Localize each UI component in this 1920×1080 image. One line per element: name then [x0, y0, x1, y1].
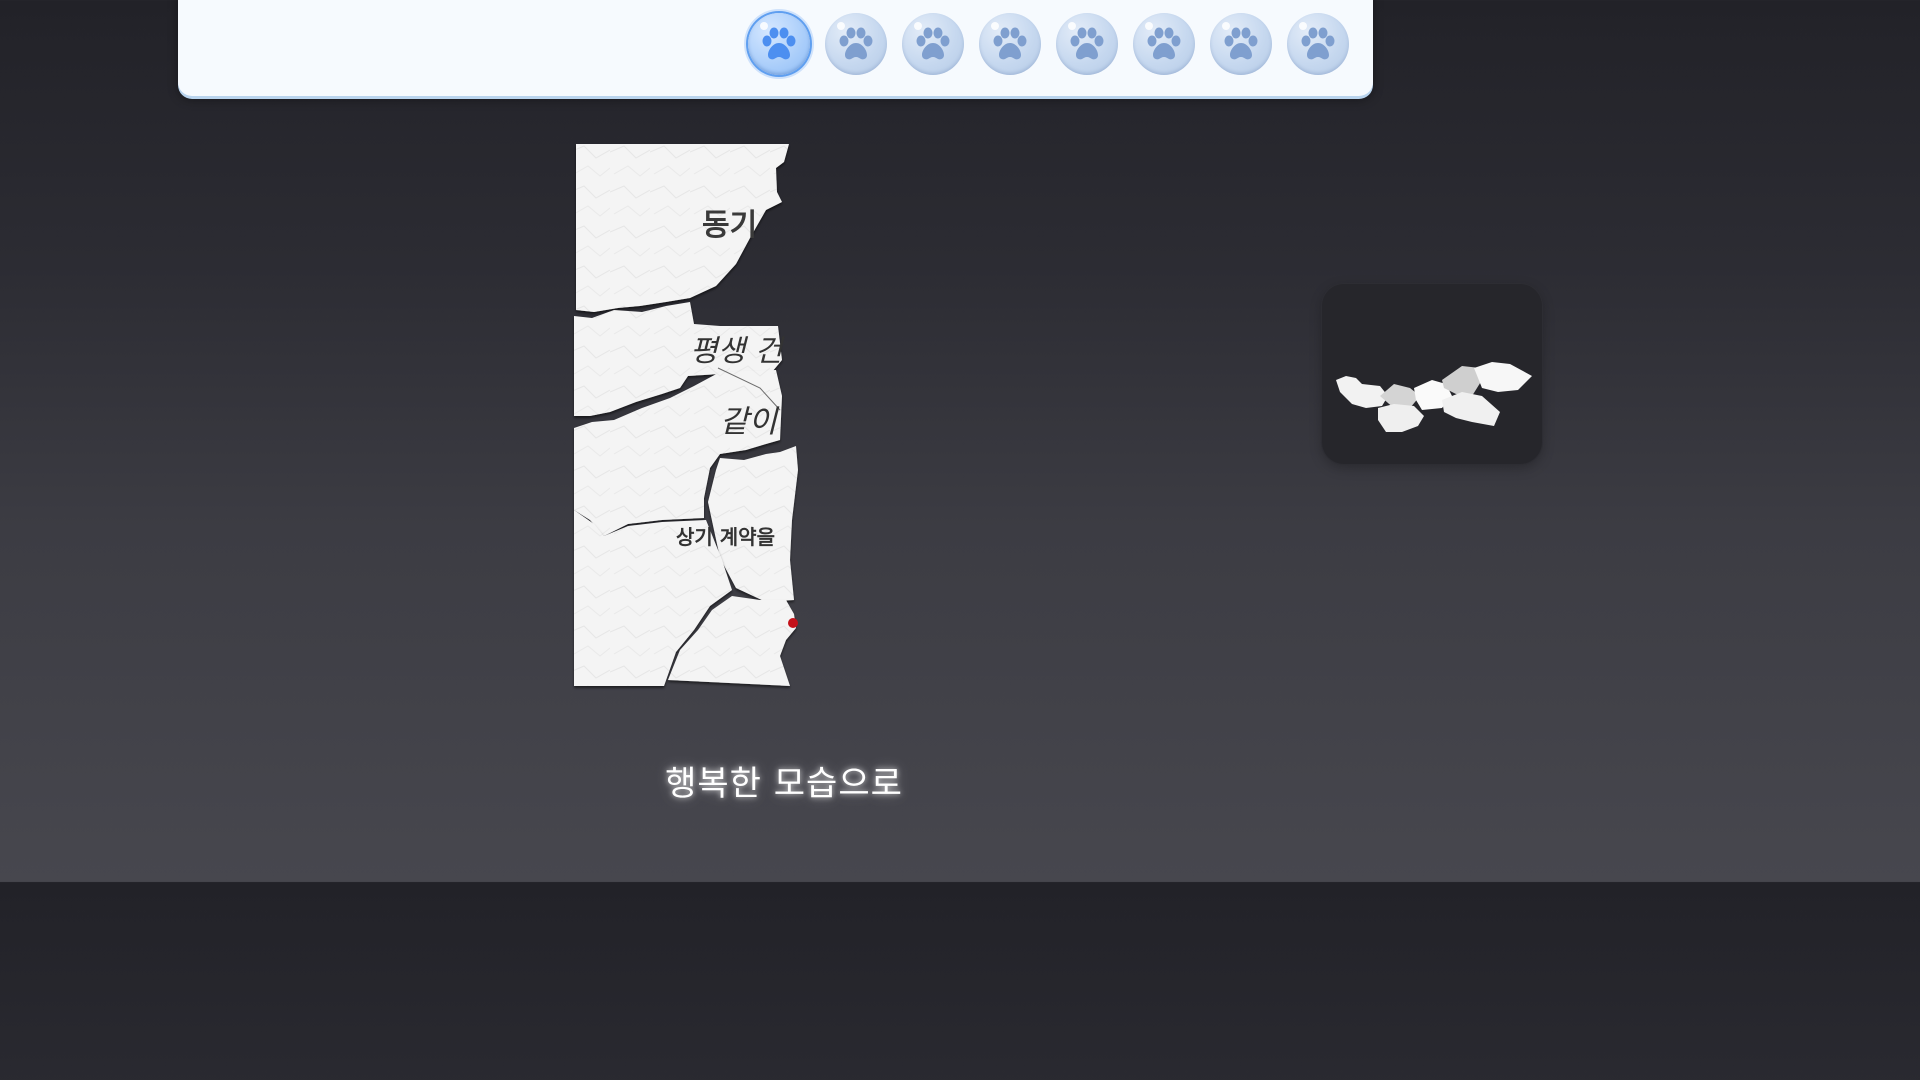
paper-text-fragment-2: 평생 건: [690, 334, 783, 369]
paw-icon: [1224, 27, 1258, 60]
paw-step-2[interactable]: [825, 13, 887, 75]
paw-step-6[interactable]: [1133, 13, 1195, 75]
torn-contract-puzzle: 동기 평생 건 같이 상기 계약을: [570, 140, 802, 692]
pieces-tray[interactable]: [1322, 284, 1542, 464]
paw-step-3[interactable]: [902, 13, 964, 75]
progress-panel: [178, 0, 1373, 96]
tray-piece: [1474, 362, 1532, 392]
paw-step-7[interactable]: [1210, 13, 1272, 75]
paw-icon: [916, 27, 950, 60]
paw-icon: [1301, 27, 1335, 60]
paw-icon: [993, 27, 1027, 60]
paw-step-8[interactable]: [1287, 13, 1349, 75]
paper-text-fragment-1: 동기: [702, 208, 758, 243]
paper-text-fragment-3: 같이: [720, 404, 778, 440]
dialogue-subtitle: 행복한 모습으로: [665, 764, 903, 804]
paw-step-4[interactable]: [979, 13, 1041, 75]
paper-text-fragment-4: 상기 계약을: [676, 525, 775, 549]
paw-icon: [839, 27, 873, 60]
paw-icon: [1070, 27, 1104, 60]
tray-piece: [1378, 404, 1424, 432]
paw-icon: [1147, 27, 1181, 60]
paw-icon: [762, 27, 796, 60]
tray-piece: [1442, 392, 1500, 426]
paw-progress-row: [748, 13, 1349, 75]
tray-piece: [1336, 376, 1388, 408]
paw-step-5[interactable]: [1056, 13, 1118, 75]
red-seal-dot: [788, 618, 798, 628]
paw-step-1[interactable]: [748, 13, 810, 75]
tray-pieces: [1336, 362, 1532, 432]
